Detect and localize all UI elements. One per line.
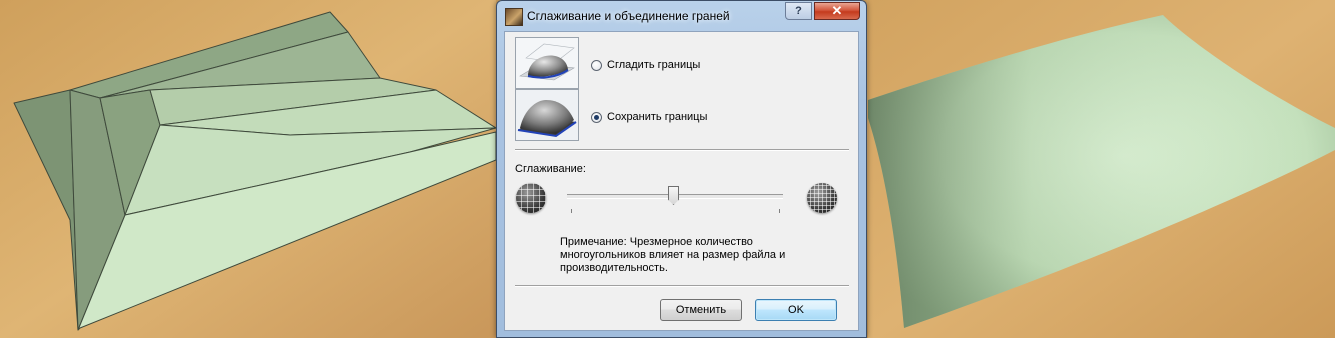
option-keep-edges-label: Сохранить границы	[607, 111, 708, 123]
option-keep-edges[interactable]: Сохранить границы	[591, 111, 707, 123]
slider-tick-max	[779, 209, 780, 213]
note-text: Примечание: Чрезмерное количество многоу…	[560, 236, 786, 274]
option-smooth-edges[interactable]: Сгладить границы	[591, 59, 700, 71]
smoothing-slider-thumb[interactable]	[668, 186, 679, 205]
slider-tick-min	[571, 209, 572, 213]
radio-smooth-edges[interactable]	[591, 59, 602, 71]
help-icon[interactable]: ?	[785, 2, 812, 20]
radio-keep-edges[interactable]	[591, 111, 602, 123]
option-smooth-edges-label: Сгладить границы	[607, 59, 701, 71]
faceted-sphere-icon	[516, 183, 546, 213]
smoothing-dialog: Сглаживание и объединение граней ? ✕ Сгл…	[496, 0, 867, 338]
dialog-title: Сглаживание и объединение граней	[527, 9, 730, 23]
ok-button[interactable]: OK	[755, 299, 837, 321]
faceted-surface-view	[0, 0, 496, 338]
separator	[515, 285, 849, 287]
smooth-edges-preview	[515, 37, 579, 89]
smoothing-label: Сглаживание:	[515, 163, 586, 175]
title-bar[interactable]: Сглаживание и объединение граней ? ✕	[497, 1, 866, 31]
smooth-sphere-icon	[807, 183, 837, 213]
app-icon	[505, 8, 523, 26]
dialog-client-area: Сгладить границы Сохранить границы Сглаж…	[504, 31, 859, 331]
separator	[515, 149, 849, 151]
close-icon[interactable]: ✕	[814, 2, 860, 20]
smoothed-surface-view	[868, 0, 1335, 338]
cancel-button[interactable]: Отменить	[660, 299, 742, 321]
keep-edges-preview	[515, 89, 579, 141]
